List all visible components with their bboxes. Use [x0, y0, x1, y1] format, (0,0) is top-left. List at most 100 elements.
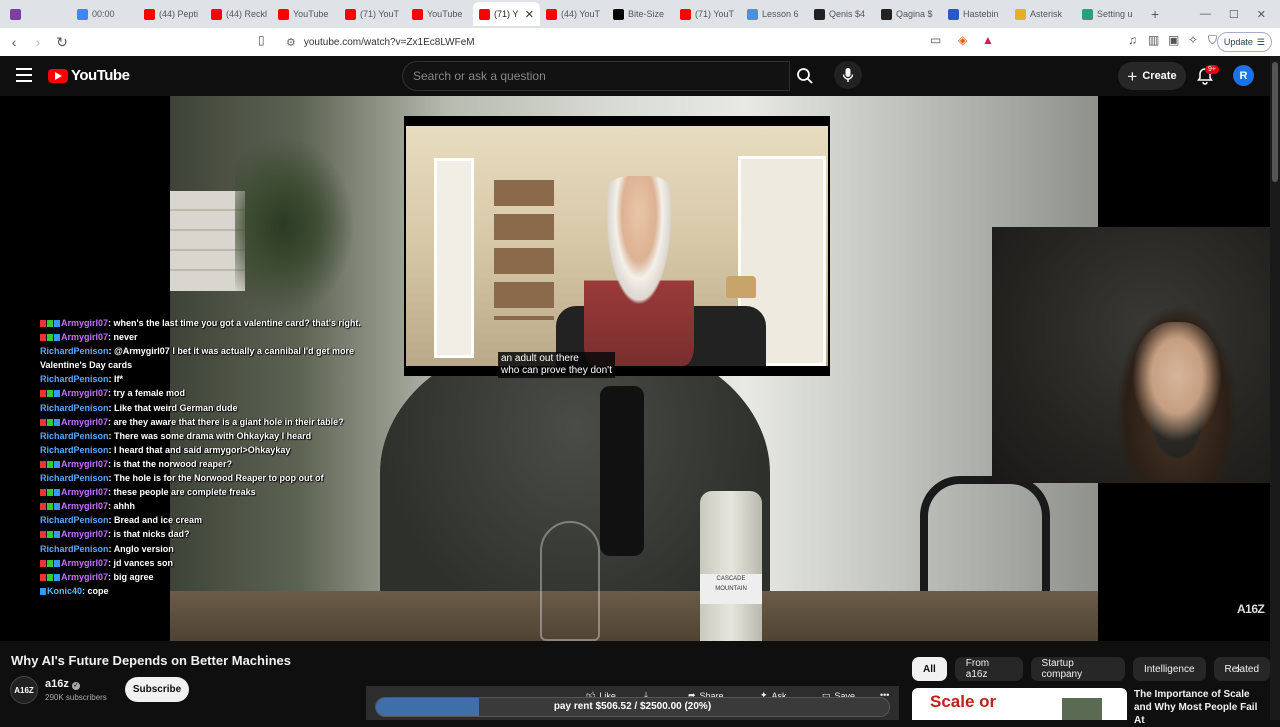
browser-tab[interactable]: (44) Pepti [138, 2, 205, 26]
browser-tab[interactable]: Bite-Size [607, 2, 674, 26]
browser-tab[interactable]: Qenis $4 [808, 2, 875, 26]
chat-message: RichardPenison: There was some drama wit… [40, 429, 400, 443]
channel-avatar[interactable]: A16Z [10, 676, 38, 704]
video-caption: an adult out there who can prove they do… [498, 352, 615, 378]
browser-tab[interactable]: (44) YouT [540, 2, 607, 26]
chat-badge-icon [54, 390, 60, 398]
webcam-overlay [992, 227, 1270, 483]
search-button[interactable] [790, 61, 820, 91]
chat-message: Armygirl07: is that the norwood reaper? [40, 457, 400, 471]
chat-badge-icon [54, 334, 60, 342]
chat-badge-icon [54, 320, 60, 327]
bottle-label: CASCADE MOUNTAIN [700, 574, 762, 604]
thumbnail-book [1062, 698, 1102, 720]
close-window-icon[interactable]: ✕ [1257, 8, 1266, 21]
brave-shield-icon[interactable]: ◈ [958, 33, 967, 47]
bookmark-icon[interactable]: ▯ [258, 33, 265, 47]
voice-search-button[interactable] [834, 61, 862, 89]
browser-tab[interactable]: Lesson 6 [741, 2, 808, 26]
chat-message: Konic40: cope [40, 584, 400, 598]
scrollbar-thumb[interactable] [1272, 62, 1278, 182]
filter-chip[interactable]: Related [1213, 657, 1270, 681]
tab-favicon-icon [10, 8, 21, 20]
browser-tab[interactable]: YouTube [406, 2, 473, 26]
channel-watermark[interactable]: A16Z [1237, 602, 1265, 616]
sidebar-icon[interactable]: ▥ [1148, 33, 1159, 47]
new-tab-icon[interactable]: + [1151, 6, 1159, 22]
chat-text: The hole is for the Norwood Reaper to po… [114, 473, 324, 484]
browser-tab[interactable]: 00:00 [71, 2, 138, 26]
rent-goal-text: pay rent $506.52 / $2500.00 (20%) [553, 701, 712, 712]
browser-tab[interactable]: Hastebin [942, 2, 1009, 26]
microphone-icon [842, 68, 854, 82]
video-title: Why AI's Future Depends on Better Machin… [11, 653, 291, 668]
minimize-icon[interactable]: — [1200, 8, 1211, 21]
browser-tab[interactable] [4, 2, 71, 26]
youtube-logo[interactable]: YouTube [48, 67, 130, 84]
channel-name[interactable]: a16z ✓ [45, 678, 80, 690]
chat-username: Armygirl07 [61, 501, 109, 512]
account-avatar[interactable]: R [1233, 65, 1254, 86]
chat-message: RichardPenison: Bread and ice cream [40, 513, 400, 527]
browser-tab[interactable]: YouTube [272, 2, 339, 26]
tab-close-icon[interactable]: ✕ [525, 8, 534, 21]
chat-username: Armygirl07 [61, 332, 109, 343]
filter-chip[interactable]: Intelligence [1132, 657, 1206, 681]
vpn-icon[interactable]: ⛉ [1208, 33, 1217, 48]
media-icon[interactable]: ♫ [1128, 33, 1137, 47]
water-glass [540, 521, 600, 641]
subscribe-button[interactable]: Subscribe [125, 677, 189, 702]
video-player[interactable]: CASCADE MOUNTAIN an adult out there who … [0, 96, 1270, 641]
browser-tab[interactable]: Qagina $ [875, 2, 942, 26]
browser-tab[interactable]: (44) Reckl [205, 2, 272, 26]
window-controls: — ☐ ✕ [1200, 8, 1280, 21]
chat-badge-icon [47, 573, 53, 581]
tab-favicon-icon [345, 8, 356, 20]
hamburger-menu-icon[interactable] [16, 68, 32, 82]
recommended-video-title[interactable]: The Importance of Scale and Why Most Peo… [1134, 688, 1264, 727]
video-info-section: Why AI's Future Depends on Better Machin… [0, 641, 1270, 726]
search-input[interactable] [413, 69, 779, 83]
chat-badge-icon [40, 559, 46, 567]
tab-favicon-icon [747, 8, 758, 20]
recommended-video-thumbnail[interactable]: Scale or [912, 688, 1127, 720]
browser-toolbar: ‹ › ↻ ▯ ⚙ youtube.com/watch?v=Zx1Ec8LWFe… [0, 28, 1280, 56]
browser-tab[interactable]: (71) Y ✕ [473, 2, 540, 26]
chat-badge-icon [47, 460, 53, 468]
update-button[interactable]: Update ☰ [1216, 32, 1272, 52]
reload-icon[interactable]: ↻ [52, 34, 72, 51]
tab-label: Bite-Size [628, 9, 665, 19]
tab-label: YouTube [427, 9, 463, 19]
browser-tab[interactable]: (71) YouT [674, 2, 741, 26]
chevron-right-icon[interactable]: › [1236, 661, 1240, 676]
filter-chip[interactable]: All [912, 657, 947, 681]
cast-icon[interactable]: ▭ [930, 33, 941, 47]
back-icon[interactable]: ‹ [4, 34, 24, 50]
chat-badge-icon [47, 320, 53, 327]
site-info-icon[interactable]: ⚙ [286, 36, 296, 49]
wallet-icon[interactable]: ▣ [1168, 33, 1179, 47]
podcast-microphone [600, 386, 644, 556]
forward-icon[interactable]: › [28, 34, 48, 50]
chat-text: Like that weird German dude [114, 402, 238, 413]
tab-favicon-icon [412, 8, 423, 20]
chat-badge-icon [40, 573, 46, 581]
chat-badge-icon [47, 503, 53, 511]
browser-tab[interactable]: Asterisk [1009, 2, 1076, 26]
leo-icon[interactable]: ✧ [1188, 33, 1198, 47]
tab-favicon-icon [479, 8, 490, 20]
chat-message: Armygirl07: jd vances son [40, 556, 400, 570]
browser-tab[interactable]: (71) YouT [339, 2, 406, 26]
create-button[interactable]: + Create [1118, 62, 1186, 90]
rewards-icon[interactable]: ▲ [982, 33, 994, 47]
address-bar[interactable]: ⚙ youtube.com/watch?v=Zx1Ec8LWFeM [280, 31, 1000, 53]
chat-text: is that nicks dad? [113, 529, 190, 540]
maximize-icon[interactable]: ☐ [1229, 8, 1239, 21]
filter-chip[interactable]: From a16z [954, 657, 1023, 681]
browser-tab-strip: 00:00 (44) Pepti (44) Reckl YouTube (71) You… [0, 0, 1280, 28]
tab-favicon-icon [144, 8, 155, 20]
chat-message: Armygirl07: big agree [40, 570, 400, 584]
browser-tab[interactable]: Setting u [1076, 2, 1143, 26]
filter-chip[interactable]: Startup company [1030, 657, 1125, 681]
page-scrollbar[interactable] [1270, 56, 1280, 720]
